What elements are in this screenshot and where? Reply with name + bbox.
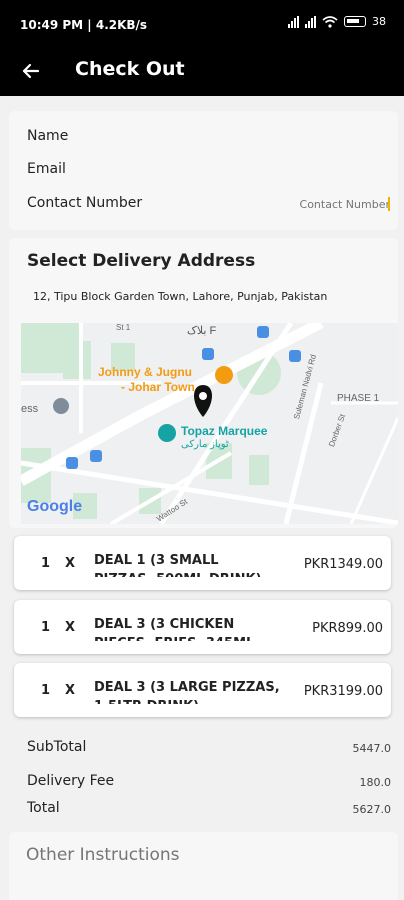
item-multiply-sign: X — [65, 683, 76, 698]
map-area-label: بلاک F — [187, 325, 217, 337]
map-street-label: St 1 — [116, 323, 131, 332]
item-quantity: 1 — [41, 683, 51, 698]
other-instructions-input[interactable] — [26, 842, 386, 868]
item-multiply-sign: X — [65, 556, 76, 571]
item-price: PKR1349.00 — [303, 557, 383, 572]
battery-icon — [344, 16, 366, 27]
map-place-label: Topaz Marquee — [181, 424, 268, 438]
battery-level: 38 — [372, 15, 386, 28]
item-price: PKR3199.00 — [303, 684, 383, 699]
instructions-card — [9, 832, 398, 900]
restaurant-poi-icon — [215, 366, 233, 384]
map-pin-icon — [194, 385, 212, 417]
item-price: PKR899.00 — [312, 621, 383, 636]
order-item[interactable]: 1 X DEAL 3 (3 LARGE PIZZAS, 1.5LTR DRINK… — [14, 663, 391, 717]
delivery-fee-label: Delivery Fee — [27, 773, 115, 789]
bus-stop-icon — [257, 326, 269, 338]
item-multiply-sign: X — [65, 620, 76, 635]
total-label: Total — [27, 800, 60, 816]
contact-number-label: Contact Number — [27, 195, 143, 211]
signal-icon-2 — [305, 15, 316, 28]
name-label[interactable]: Name — [27, 128, 68, 144]
contact-number-input[interactable] — [288, 195, 390, 213]
delivery-map[interactable]: Johnny & Jugnu - Johar Town Topaz Marque… — [21, 323, 398, 524]
status-icons: 38 — [288, 15, 386, 28]
delivery-address-heading: Select Delivery Address — [27, 251, 256, 271]
wifi-icon — [322, 15, 338, 28]
map-area-label: PHASE 1 — [337, 393, 380, 404]
bus-stop-icon — [289, 350, 301, 362]
contact-card: Name Email Contact Number — [9, 111, 398, 230]
signal-icon — [288, 15, 299, 28]
item-quantity: 1 — [41, 556, 51, 571]
text-cursor — [388, 197, 390, 211]
item-quantity: 1 — [41, 620, 51, 635]
status-time: 10:49 PM | 4.2KB/s — [20, 18, 148, 32]
marquee-poi-icon — [158, 424, 176, 442]
map-place-label: - Johar Town — [121, 380, 195, 394]
map-place-label: Johnny & Jugnu — [98, 365, 192, 379]
bus-stop-icon — [202, 348, 214, 360]
map-place-label: ٹوپاز مارکی — [181, 439, 229, 450]
item-name: DEAL 1 (3 SMALL PIZZAS, 500ML DRINK) — [94, 553, 262, 577]
arrow-left-icon[interactable] — [18, 58, 44, 84]
delivery-address-text[interactable]: 12, Tipu Block Garden Town, Lahore, Punj… — [33, 290, 327, 303]
map-pin-dot — [199, 392, 207, 400]
delivery-fee-value: 180.0 — [359, 776, 392, 789]
google-logo: Google — [27, 498, 83, 515]
order-item[interactable]: 1 X DEAL 1 (3 SMALL PIZZAS, 500ML DRINK)… — [14, 536, 391, 590]
bus-stop-icon — [90, 450, 102, 462]
status-bar: 10:49 PM | 4.2KB/s 38 — [0, 0, 404, 48]
subtotal-value: 5447.0 — [352, 742, 392, 755]
bus-stop-icon — [66, 457, 78, 469]
map-road — [349, 417, 398, 524]
page-title: Check Out — [75, 58, 185, 80]
subtotal-label: SubTotal — [27, 739, 87, 755]
map-park — [249, 455, 269, 485]
order-item[interactable]: 1 X DEAL 3 (3 CHICKEN PIECES, FRIES, 345… — [14, 600, 391, 654]
item-name: DEAL 3 (3 LARGE PIZZAS, 1.5LTR DRINK) — [94, 680, 280, 704]
map-area-label: ess — [21, 403, 39, 415]
item-name: DEAL 3 (3 CHICKEN PIECES, FRIES, 345ML D… — [94, 617, 254, 641]
poi-icon — [53, 398, 69, 414]
map-park — [63, 341, 91, 379]
email-label[interactable]: Email — [27, 161, 66, 177]
app-bar: Check Out — [0, 48, 404, 96]
total-value: 5627.0 — [352, 803, 392, 816]
